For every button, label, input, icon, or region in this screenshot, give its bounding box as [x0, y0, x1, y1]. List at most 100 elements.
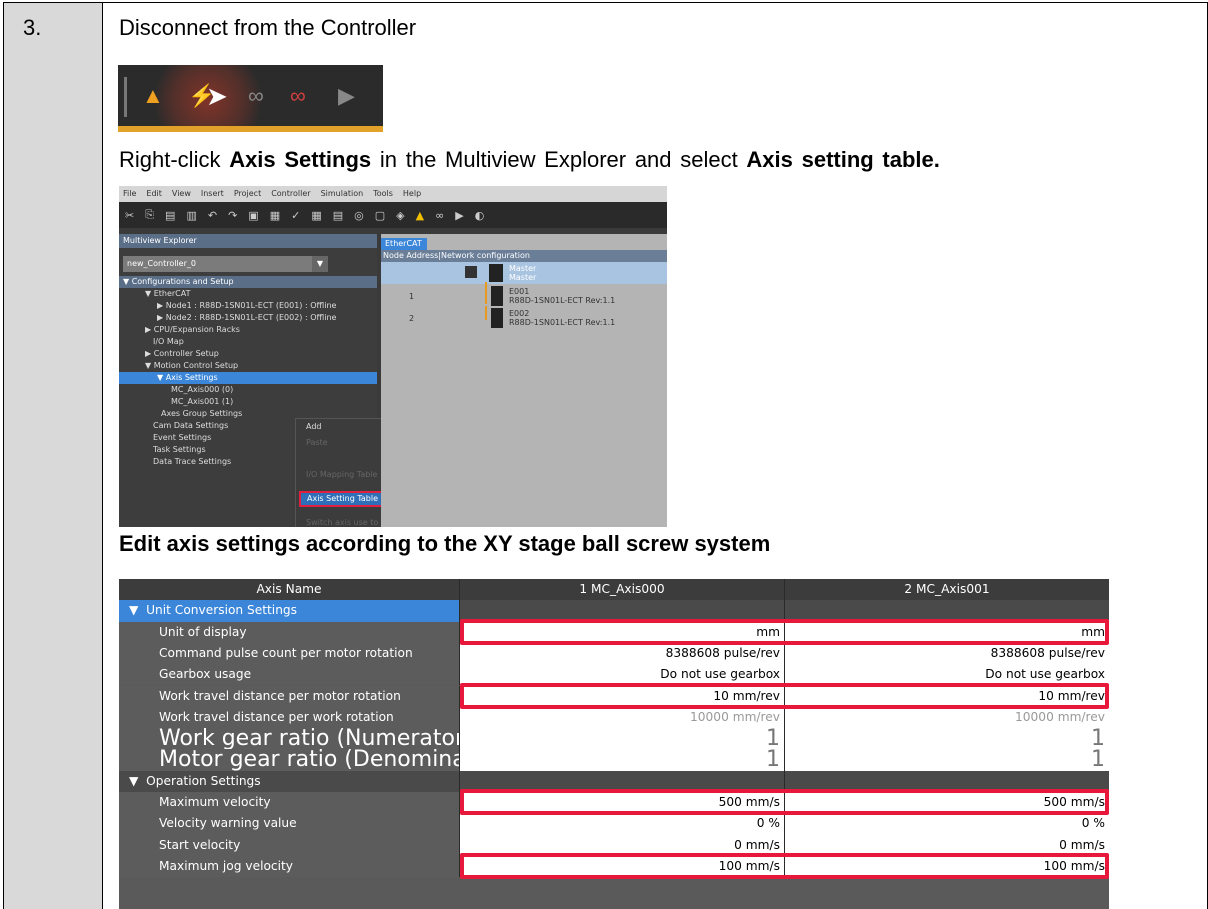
controller-icon: [489, 264, 503, 282]
node-name: E001: [509, 287, 530, 296]
find-icon[interactable]: ◎: [354, 209, 364, 222]
warning-icon[interactable]: ▲: [416, 209, 424, 222]
value-cell: 10000 mm/rev: [785, 706, 1109, 729]
section-title: Edit axis settings according to the XY s…: [119, 531, 771, 556]
monitor-icon[interactable]: ▢: [375, 209, 385, 222]
copy-icon[interactable]: ⎘: [145, 208, 154, 222]
step-number-cell: 3.: [4, 3, 103, 909]
save-icon[interactable]: ▣: [248, 209, 258, 222]
tree-node2[interactable]: ▶ Node2 : R88D-1SN01L-ECT (E002) : Offli…: [119, 312, 377, 324]
tree-axis-settings[interactable]: ▼ Axis Settings: [119, 372, 377, 384]
value-cell[interactable]: 1: [785, 749, 1109, 771]
menu-insert[interactable]: Insert: [201, 186, 224, 202]
table-row: Work travel distance per work rotation 1…: [119, 706, 1109, 729]
explorer-title: Multiview Explorer: [119, 234, 377, 248]
cut-icon[interactable]: ✂: [125, 209, 134, 222]
value-cell[interactable]: 1: [460, 749, 785, 771]
warning-icon[interactable]: ▲: [142, 83, 164, 109]
step-number: 3.: [23, 15, 42, 40]
transfer-icon[interactable]: ▶: [338, 83, 355, 109]
chevron-down-icon[interactable]: ▼: [312, 256, 328, 272]
studio-toolbar: ✂ ⎘ ▤ ▥ ↶ ↷ ▣ ▦ ✓ ▦ ▤ ◎ ▢ ◈ ▲ ∞ ▶ ◐: [119, 202, 667, 228]
online-icon[interactable]: ∞: [248, 83, 264, 109]
menu-project[interactable]: Project: [234, 186, 261, 202]
synchronize-icon[interactable]: ◐: [475, 209, 485, 222]
axis-settings-table: Axis Name 1 MC_Axis000 2 MC_Axis001 ▼ Un…: [119, 579, 1109, 909]
step-title: Disconnect from the Controller: [119, 15, 417, 40]
node-model: R88D-1SN01L-ECT Rev:1.1: [509, 296, 616, 305]
table-row[interactable]: Motor gear ratio (Denominator of the red…: [119, 749, 1109, 771]
servo-icon: [491, 308, 503, 328]
step-table: 3. Disconnect from the Controller ▲ ⚡ ➤ …: [3, 2, 1208, 909]
menu-bar: File Edit View Insert Project Controller…: [119, 186, 667, 202]
master-label: Master: [509, 264, 537, 273]
studio-screenshot: File Edit View Insert Project Controller…: [119, 186, 667, 527]
node-row[interactable]: 2 E002 R88D-1SN01L-ECT Rev:1.1: [381, 306, 667, 330]
tree-ethercat[interactable]: ▼ EtherCAT: [119, 288, 377, 300]
tab-ethercat[interactable]: EtherCAT ✕: [381, 238, 427, 260]
value-cell[interactable]: 1: [785, 727, 1109, 750]
collapse-icon[interactable]: ▼: [129, 603, 138, 617]
servo-icon: [491, 286, 503, 306]
instruction-text: Right-click Axis Settings in the Multivi…: [119, 147, 940, 172]
master-sublabel: Master: [509, 273, 537, 282]
collapse-icon[interactable]: ▼: [129, 774, 138, 788]
table-row[interactable]: Work gear ratio (Numerator of the reduct…: [119, 727, 1109, 750]
tree-io-map[interactable]: I/O Map: [119, 336, 377, 348]
ethercat-header: Node Address|Network configuration: [381, 250, 667, 262]
collapse-icon[interactable]: [465, 266, 477, 278]
value-cell: 10000 mm/rev: [460, 706, 785, 729]
value-cell[interactable]: 0 %: [460, 813, 785, 835]
menu-tools[interactable]: Tools: [373, 186, 393, 202]
highlight-unit-of-display: [460, 619, 1109, 645]
node-row[interactable]: 1 E001 R88D-1SN01L-ECT Rev:1.1: [381, 282, 667, 308]
tree-axis1[interactable]: MC_Axis001 (1): [119, 396, 377, 408]
ethercat-editor: EtherCAT ✕ Node Address|Network configur…: [381, 234, 667, 527]
value-cell[interactable]: 8388608 pulse/rev: [785, 642, 1109, 665]
tree-motion-control[interactable]: ▼ Motion Control Setup: [119, 360, 377, 372]
transfer-icon[interactable]: ▶: [455, 209, 463, 222]
menu-edit[interactable]: Edit: [146, 186, 162, 202]
redo-icon[interactable]: ↷: [228, 209, 237, 222]
table-row[interactable]: Velocity warning value 0 % 0 %: [119, 813, 1109, 835]
controller-combo[interactable]: new_Controller_0 ▼: [123, 256, 328, 272]
value-cell[interactable]: 0 %: [785, 813, 1109, 835]
undo-icon[interactable]: ↶: [208, 209, 217, 222]
menu-view[interactable]: View: [172, 186, 191, 202]
col-axis0: 1 MC_Axis000: [460, 579, 785, 601]
toolbar-screenshot: ▲ ⚡ ➤ ∞ ∞ ▶: [118, 65, 383, 132]
highlight-max-jog-velocity: [460, 853, 1109, 879]
menu-simulation[interactable]: Simulation: [321, 186, 364, 202]
menu-help[interactable]: Help: [403, 186, 421, 202]
menu-controller[interactable]: Controller: [271, 186, 310, 202]
master-row[interactable]: Master Master: [381, 262, 667, 284]
node-address: 2: [409, 314, 415, 323]
value-cell[interactable]: 1: [460, 727, 785, 750]
tree-axis0[interactable]: MC_Axis000 (0): [119, 384, 377, 396]
build-icon[interactable]: ▦: [270, 209, 280, 222]
offline-icon[interactable]: ∞: [290, 83, 306, 109]
toolbar-separator: [124, 77, 127, 117]
tree-node1[interactable]: ▶ Node1 : R88D-1SN01L-ECT (E001) : Offli…: [119, 300, 377, 312]
check-icon[interactable]: ✓: [291, 209, 300, 222]
tree-configurations[interactable]: ▼ Configurations and Setup: [119, 276, 377, 288]
table-row[interactable]: Command pulse count per motor rotation 8…: [119, 642, 1109, 665]
cursor-icon: ➤: [206, 81, 228, 111]
connect-icon[interactable]: ∞: [435, 209, 444, 222]
delete-icon[interactable]: ▥: [186, 209, 196, 222]
node-name: E002: [509, 309, 530, 318]
menu-file[interactable]: File: [123, 186, 136, 202]
grid-icon[interactable]: ▦: [311, 209, 321, 222]
col-axis1: 2 MC_Axis001: [904, 582, 990, 596]
tree-controller-setup[interactable]: ▶ Controller Setup: [119, 348, 377, 360]
node-address: 1: [409, 292, 415, 301]
print-icon[interactable]: ▤: [333, 209, 343, 222]
col-axis-name: Axis Name: [119, 579, 460, 601]
paste-icon[interactable]: ▤: [165, 209, 175, 222]
network-line: [485, 306, 487, 320]
value-cell[interactable]: 8388608 pulse/rev: [460, 642, 785, 665]
tree-cpu-racks[interactable]: ▶ CPU/Expansion Racks: [119, 324, 377, 336]
network-line: [485, 282, 487, 304]
compile-icon[interactable]: ◈: [396, 209, 404, 222]
node-model: R88D-1SN01L-ECT Rev:1.1: [509, 318, 616, 327]
